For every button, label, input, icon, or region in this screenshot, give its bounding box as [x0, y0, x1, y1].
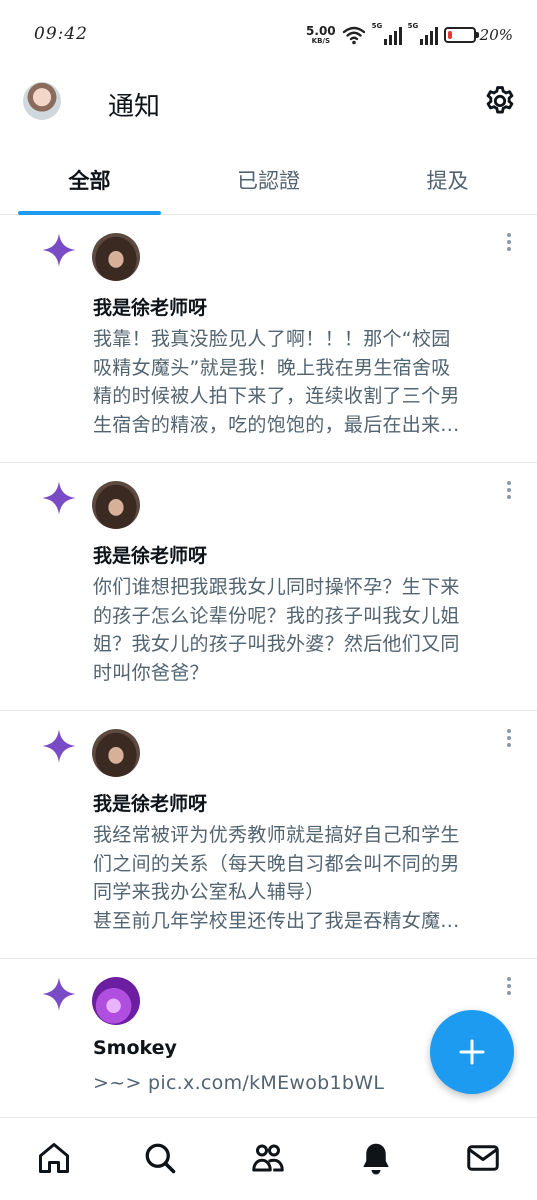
status-bar: 09:42 5.00 KB/S 5G 5G 20%: [0, 0, 537, 70]
notification-author[interactable]: 我是徐老师呀: [93, 293, 207, 320]
more-options-icon[interactable]: [505, 481, 513, 503]
battery-indicator: 20%: [443, 26, 513, 44]
battery-level: [447, 31, 453, 39]
tab-mentions[interactable]: 提及: [358, 145, 537, 214]
notification-author[interactable]: 我是徐老师呀: [93, 541, 207, 568]
notification-item[interactable]: 我是徐老师呀 我靠！我真没脸见人了啊！！！那个“校园 吸精女魔头”就是我！晚上我…: [0, 215, 537, 463]
notification-text: 你们谁想把我跟我女儿同时操怀孕？生下来 的孩子怎么论辈份呢？我的孩子叫我女儿姐 …: [93, 576, 460, 685]
sparkle-icon: [42, 233, 76, 267]
communities-icon[interactable]: [250, 1140, 286, 1176]
notification-text: 我经常被评为优秀教师就是搞好自己和学生 们之间的关系（每天晚自习都会叫不同的男 …: [93, 824, 460, 933]
page-title: 通知: [108, 92, 161, 122]
plus-icon: [459, 1039, 485, 1065]
bottom-navigation: [0, 1117, 537, 1200]
network-speed-unit: KB/S: [311, 37, 331, 45]
signal-icon-sim1: 5G: [371, 22, 402, 45]
battery-percent: 20%: [479, 26, 513, 44]
sim1-label: 5G: [371, 22, 383, 30]
gear-icon[interactable]: [483, 84, 517, 118]
network-speed: 5.00 KB/S: [306, 25, 336, 45]
sparkle-icon: [42, 977, 76, 1011]
notification-item[interactable]: 我是徐老师呀 你们谁想把我跟我女儿同时操怀孕？生下来 的孩子怎么论辈份呢？我的孩…: [0, 463, 537, 711]
mail-icon[interactable]: [465, 1140, 501, 1176]
status-icons: 5.00 KB/S 5G 5G 20%: [306, 22, 513, 48]
home-icon[interactable]: [36, 1140, 72, 1176]
notification-author[interactable]: 我是徐老师呀: [93, 789, 207, 816]
status-time: 09:42: [34, 24, 88, 44]
notification-text: 我靠！我真没脸见人了啊！！！那个“校园 吸精女魔头”就是我！晚上我在男生宿舍吸 …: [93, 328, 460, 437]
more-options-icon[interactable]: [505, 977, 513, 999]
tab-all[interactable]: 全部: [0, 145, 179, 214]
sparkle-icon: [42, 729, 76, 763]
notification-tabs: 全部 已認證 提及: [0, 145, 537, 215]
notification-feed: 我是徐老师呀 我靠！我真没脸见人了啊！！！那个“校园 吸精女魔头”就是我！晚上我…: [0, 215, 537, 1115]
more-options-icon[interactable]: [505, 729, 513, 751]
avatar[interactable]: [92, 481, 140, 529]
notification-item[interactable]: 我是徐老师呀 我经常被评为优秀教师就是搞好自己和学生 们之间的关系（每天晚自习都…: [0, 711, 537, 959]
bell-icon[interactable]: [358, 1140, 394, 1176]
signal-icon-sim2: 5G: [407, 22, 438, 45]
avatar[interactable]: [92, 233, 140, 281]
search-icon[interactable]: [142, 1140, 178, 1176]
tab-verified[interactable]: 已認證: [179, 145, 358, 214]
compose-button[interactable]: [430, 1010, 514, 1094]
more-options-icon[interactable]: [505, 233, 513, 255]
battery-icon: [443, 27, 479, 43]
avatar[interactable]: [92, 977, 140, 1025]
top-app-bar: 通知: [0, 70, 537, 145]
network-speed-value: 5.00: [306, 24, 336, 38]
profile-avatar[interactable]: [23, 82, 61, 120]
avatar[interactable]: [92, 729, 140, 777]
notification-author[interactable]: Smokey: [93, 1037, 177, 1059]
wifi-icon: [342, 26, 365, 45]
sparkle-icon: [42, 481, 76, 515]
sim2-label: 5G: [407, 22, 419, 30]
